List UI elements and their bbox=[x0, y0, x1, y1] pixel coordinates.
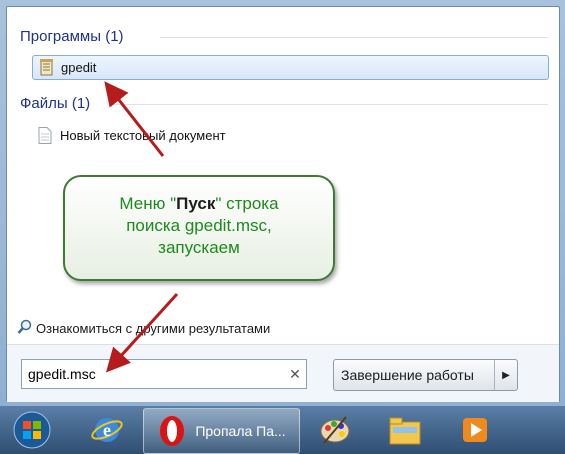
arrow-to-gpedit bbox=[104, 81, 165, 157]
folder-icon bbox=[389, 417, 421, 445]
media-player-taskbar-button[interactable] bbox=[446, 408, 504, 452]
internet-explorer-taskbar-button[interactable]: e bbox=[82, 408, 132, 452]
taskbar: e Пропала Па... bbox=[0, 406, 565, 454]
arrow-to-search bbox=[105, 292, 179, 373]
opera-icon bbox=[160, 416, 185, 446]
svg-text:e: e bbox=[103, 420, 111, 440]
paint-palette-icon bbox=[320, 416, 350, 444]
internet-explorer-icon: e bbox=[91, 418, 123, 442]
opera-window-title: Пропала Па... bbox=[195, 423, 286, 439]
windows-logo-icon bbox=[13, 411, 51, 449]
paint-taskbar-button[interactable] bbox=[306, 408, 364, 452]
annotation-arrows bbox=[104, 81, 179, 373]
media-player-icon bbox=[463, 418, 487, 442]
opera-taskbar-button[interactable]: Пропала Па... bbox=[143, 408, 300, 454]
start-orb-button[interactable] bbox=[8, 408, 56, 452]
explorer-taskbar-button[interactable] bbox=[376, 408, 434, 452]
